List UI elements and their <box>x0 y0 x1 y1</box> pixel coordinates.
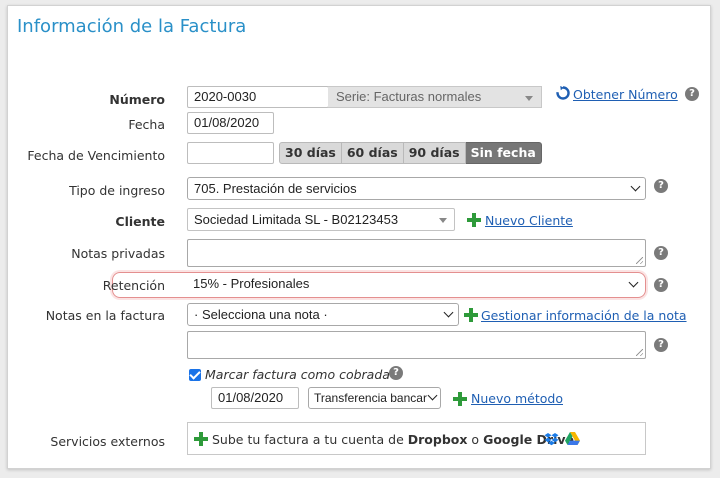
plus-icon[interactable] <box>194 432 208 446</box>
gestionar-nota-link[interactable]: Gestionar información de la nota <box>481 308 687 323</box>
fecha-label: Fecha <box>128 117 165 132</box>
chevron-down-icon <box>427 390 438 401</box>
numero-label: Número <box>109 92 165 107</box>
caret-down-icon <box>439 218 447 223</box>
notas-privadas-label: Notas privadas <box>71 246 165 261</box>
cliente-select[interactable]: Sociedad Limitada SL - B02123453 <box>187 208 455 231</box>
due-date-buttons: 30 días 60 días 90 días Sin fecha <box>279 142 542 164</box>
nuevo-metodo-link[interactable]: Nuevo método <box>471 391 563 406</box>
help-icon[interactable]: ? <box>389 366 403 380</box>
dropbox-label[interactable]: Dropbox <box>408 432 468 447</box>
retencion-label: Retención <box>102 278 165 293</box>
chevron-down-icon <box>628 277 639 288</box>
cliente-label: Cliente <box>115 214 165 229</box>
upload-text-middle: o <box>467 432 484 447</box>
vencimiento-label: Fecha de Vencimiento <box>27 148 165 163</box>
servicios-box: Sube tu factura a tu cuenta de Dropbox o… <box>187 422 646 455</box>
notas-factura-label: Notas en la factura <box>45 308 165 323</box>
notas-factura-select-value: · Selecciona una nota · <box>194 307 328 322</box>
nuevo-cliente-link[interactable]: Nuevo Cliente <box>485 213 573 228</box>
90-dias-button[interactable]: 90 días <box>403 142 466 164</box>
chevron-down-icon <box>630 181 641 191</box>
obtener-numero-link[interactable]: Obtener Número <box>573 87 678 102</box>
tipo-ingreso-label: Tipo de ingreso <box>69 183 165 198</box>
60-dias-button[interactable]: 60 días <box>341 142 404 164</box>
upload-text[interactable]: Sube tu factura a tu cuenta de Dropbox o… <box>212 432 574 447</box>
servicios-label: Servicios externos <box>50 434 165 449</box>
gdrive-label[interactable]: Google Drive <box>483 432 574 447</box>
notas-privadas-textarea[interactable] <box>187 239 646 267</box>
sin-fecha-button[interactable]: Sin fecha <box>465 142 542 164</box>
retencion-select[interactable]: 15% - Profesionales <box>187 274 643 296</box>
cliente-value: Sociedad Limitada SL - B02123453 <box>194 212 399 227</box>
help-icon[interactable]: ? <box>654 246 668 260</box>
metodo-pago-select[interactable]: Transferencia bancar <box>308 387 441 409</box>
serie-select[interactable]: Serie: Facturas normales <box>328 86 542 108</box>
help-icon[interactable]: ? <box>654 278 668 292</box>
chevron-down-icon <box>443 307 454 317</box>
help-icon[interactable]: ? <box>654 338 668 352</box>
google-drive-icon[interactable] <box>565 432 580 445</box>
30-dias-button[interactable]: 30 días <box>279 142 342 164</box>
numero-input[interactable]: 2020-0030 <box>187 86 329 108</box>
cobrada-fecha-input[interactable]: 01/08/2020 <box>211 387 299 409</box>
cobrada-checkbox-label[interactable]: Marcar factura como cobrada <box>205 367 390 382</box>
plus-icon[interactable] <box>467 213 481 227</box>
notas-factura-textarea[interactable] <box>187 331 646 359</box>
resize-handle[interactable] <box>636 349 643 356</box>
help-icon[interactable]: ? <box>685 87 699 101</box>
upload-text-prefix: Sube tu factura a tu cuenta de <box>212 432 408 447</box>
help-icon[interactable]: ? <box>654 179 668 193</box>
page-title: Información de la Factura <box>17 16 247 37</box>
vencimiento-input[interactable] <box>187 142 274 164</box>
invoice-info-panel: Información de la Factura Número 2020-00… <box>7 5 711 469</box>
retencion-value: 15% - Profesionales <box>193 276 310 291</box>
cobrada-checkbox[interactable] <box>189 369 201 381</box>
refresh-icon[interactable] <box>555 85 571 101</box>
dropbox-icon[interactable] <box>544 432 559 446</box>
plus-icon[interactable] <box>453 392 467 406</box>
resize-handle[interactable] <box>636 257 643 264</box>
caret-down-icon <box>525 96 533 101</box>
plus-icon[interactable] <box>464 308 478 322</box>
metodo-pago-value: Transferencia bancar <box>314 391 427 405</box>
tipo-ingreso-value: 705. Prestación de servicios <box>194 181 357 196</box>
serie-value: Serie: Facturas normales <box>336 89 482 104</box>
tipo-ingreso-select[interactable]: 705. Prestación de servicios <box>187 177 646 200</box>
notas-factura-select[interactable]: · Selecciona una nota · <box>187 303 459 326</box>
fecha-input[interactable]: 01/08/2020 <box>187 112 274 134</box>
